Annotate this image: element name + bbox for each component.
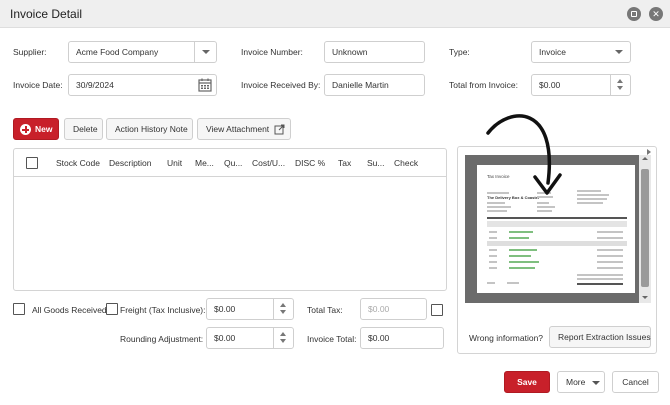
new-button[interactable]: New xyxy=(13,118,59,140)
freight-input[interactable]: $0.00 xyxy=(206,298,294,320)
stepper-icon[interactable] xyxy=(610,75,630,95)
select-all-checkbox[interactable] xyxy=(26,157,38,169)
invoice-lines-grid: Stock Code Description Unit Me... Qu... … xyxy=(13,148,447,291)
restore-icon[interactable] xyxy=(627,7,641,21)
action-history-note-button[interactable]: Action History Note xyxy=(106,118,193,140)
total-tax-label: Total Tax: xyxy=(307,305,343,315)
column-header[interactable]: Cost/U... xyxy=(252,158,285,168)
window-title: Invoice Detail xyxy=(10,7,83,21)
plus-icon xyxy=(20,124,31,135)
type-select[interactable]: Invoice xyxy=(531,41,631,63)
invoice-total-label: Invoice Total: xyxy=(307,334,357,344)
freight-label: Freight (Tax Inclusive): xyxy=(120,305,206,315)
delete-button[interactable]: Delete xyxy=(64,118,103,140)
column-header[interactable]: Check xyxy=(394,158,418,168)
scroll-down-icon[interactable] xyxy=(642,296,648,299)
column-header[interactable]: Qu... xyxy=(224,158,242,168)
received-by-label: Invoice Received By: xyxy=(241,80,321,90)
total-tax-checkbox[interactable] xyxy=(431,304,443,316)
grid-header: Stock Code Description Unit Me... Qu... … xyxy=(14,149,446,177)
chevron-down-icon xyxy=(592,381,600,385)
stepper-icon[interactable] xyxy=(273,328,293,348)
view-attachment-button[interactable]: View Attachment xyxy=(197,118,291,140)
more-button-label: More xyxy=(566,377,586,387)
invoice-number-input[interactable]: Unknown xyxy=(324,41,425,63)
external-link-icon xyxy=(274,124,285,135)
invoice-number-label: Invoice Number: xyxy=(241,47,303,57)
type-label: Type: xyxy=(449,47,470,57)
column-header[interactable]: DISC % xyxy=(295,158,325,168)
more-button[interactable]: More xyxy=(557,371,605,393)
total-from-invoice-label: Total from Invoice: xyxy=(449,80,518,90)
supplier-select[interactable]: Acme Food Company xyxy=(68,41,217,63)
rounding-value: $0.00 xyxy=(214,333,236,343)
view-attachment-label: View Attachment xyxy=(206,124,270,134)
report-extraction-issues-button[interactable]: Report Extraction Issues xyxy=(549,326,651,348)
scroll-up-icon[interactable] xyxy=(642,157,648,160)
column-header[interactable]: Su... xyxy=(367,158,384,168)
all-goods-received-checkbox[interactable] xyxy=(13,303,25,315)
rounding-adjustment-input[interactable]: $0.00 xyxy=(206,327,294,349)
column-header[interactable]: Me... xyxy=(195,158,214,168)
invoice-date-label: Invoice Date: xyxy=(13,80,63,90)
close-icon[interactable]: ✕ xyxy=(649,7,663,21)
save-button[interactable]: Save xyxy=(504,371,550,393)
column-header[interactable]: Unit xyxy=(167,158,182,168)
total-from-invoice-input[interactable]: $0.00 xyxy=(531,74,631,96)
total-from-invoice-value: $0.00 xyxy=(539,80,561,90)
curved-arrow-icon xyxy=(486,114,562,195)
type-value: Invoice xyxy=(539,47,566,57)
stepper-icon[interactable] xyxy=(273,299,293,319)
total-tax-input: $0.00 xyxy=(360,298,427,320)
supplier-label: Supplier: xyxy=(13,47,47,57)
column-header[interactable]: Description xyxy=(109,158,152,168)
invoice-date-input[interactable]: 30/9/2024 xyxy=(68,74,217,96)
chevron-down-icon[interactable] xyxy=(608,42,630,62)
wrong-information-label: Wrong information? xyxy=(469,333,544,343)
cancel-button[interactable]: Cancel xyxy=(612,371,659,393)
column-header[interactable]: Tax xyxy=(338,158,351,168)
scroll-thumb[interactable] xyxy=(641,169,649,287)
invoice-date-value: 30/9/2024 xyxy=(76,80,114,90)
received-by-input[interactable]: Danielle Martin xyxy=(324,74,425,96)
freight-checkbox[interactable] xyxy=(106,303,118,315)
document-scrollbar[interactable] xyxy=(639,155,651,303)
rounding-adjustment-label: Rounding Adjustment: xyxy=(120,334,204,344)
supplier-value: Acme Food Company xyxy=(76,47,159,57)
new-button-label: New xyxy=(35,124,53,134)
freight-value: $0.00 xyxy=(214,304,236,314)
chevron-down-icon[interactable] xyxy=(194,42,216,62)
all-goods-received-label: All Goods Received xyxy=(32,305,107,315)
title-bar: Invoice Detail ✕ xyxy=(0,0,670,28)
column-header[interactable]: Stock Code xyxy=(56,158,100,168)
calendar-icon[interactable] xyxy=(194,75,216,95)
invoice-total-input: $0.00 xyxy=(360,327,444,349)
